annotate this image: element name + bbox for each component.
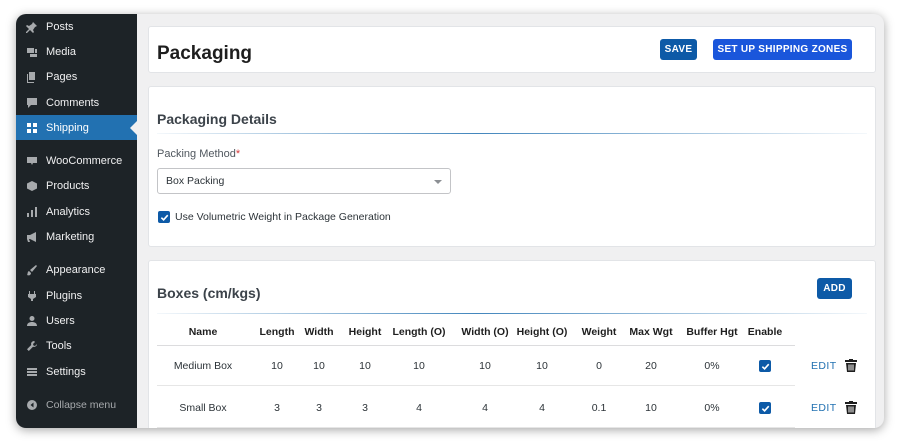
table-row: Medium Box 10 10 10 10 10 10 0 20 0% EDIT [157,346,869,386]
packing-method-value: Box Packing [166,175,225,187]
brush-icon [25,264,38,277]
sidebar-item-label: Collapse menu [46,398,117,411]
sidebar-item-plugins[interactable]: Plugins [16,283,137,308]
add-box-button[interactable]: ADD [817,278,852,299]
volumetric-weight-checkbox[interactable] [158,211,170,223]
row-divider [157,385,795,386]
checkmark-icon [761,363,769,370]
chevron-down-icon [434,180,442,184]
sidebar-item-marketing[interactable]: Marketing [16,224,137,249]
sidebar-item-label: Products [46,180,90,193]
sidebar-item-pages[interactable]: Pages [16,65,137,90]
column-header: Enable [747,326,783,338]
plug-icon [25,289,38,302]
edit-box-link[interactable]: EDIT [811,402,837,414]
enable-checkbox[interactable] [759,402,771,414]
required-mark: * [235,148,241,160]
sidebar-item-label: WooCommerce [46,155,123,168]
table-cell: Medium Box [173,360,233,372]
section-title-packaging-details: Packaging Details [157,111,277,127]
sidebar-item-label: Pages [46,71,78,84]
table-cell: 0% [704,402,720,414]
sidebar-item-shipping[interactable]: Shipping [16,115,137,141]
sidebar-item-posts[interactable]: Posts [16,14,137,39]
sidebar-item-label: Tools [46,340,72,353]
volumetric-weight-label: Use Volumetric Weight in Package Generat… [175,211,391,223]
sidebar-item-label: Posts [46,20,74,33]
sidebar-item-comments[interactable]: Comments [16,90,137,115]
sidebar-item-label: Settings [46,365,86,378]
comments-icon [25,96,38,109]
page-title: Packaging [157,43,253,64]
admin-menu: Posts Media Pages Comments Shipping WooCommer… [16,14,137,417]
pin-icon [25,20,38,33]
section-divider [157,133,867,134]
sidebar-item-products[interactable]: Products [16,174,137,199]
save-button[interactable]: SAVE [660,39,697,60]
sidebar-item-label: Shipping [46,121,89,134]
sidebar-item-label: Appearance [46,264,106,277]
packing-method-label-text: Packing Method [157,148,236,160]
main-content: Packaging SAVE SET UP SHIPPING ZONES Pac… [137,14,884,428]
sidebar-item-appearance[interactable]: Appearance [16,258,137,283]
sidebar-item-label: Analytics [46,205,91,218]
megaphone-icon [25,231,38,244]
trash-icon[interactable] [845,401,857,414]
setup-shipping-zones-button[interactable]: SET UP SHIPPING ZONES [713,39,852,60]
packing-method-select[interactable]: Box Packing [157,168,451,194]
packing-method-label: Packing Method* [157,148,240,160]
menu-separator [16,384,137,392]
checkmark-icon [761,405,769,412]
enable-checkbox[interactable] [759,360,771,372]
boxes-card: Boxes (cm/kgs) ADD Name Length Width Height… [148,260,876,428]
sidebar-item-label: Users [46,314,75,327]
sidebar-item-label: Comments [46,96,100,109]
wrench-icon [25,340,38,353]
volumetric-weight-option: Use Volumetric Weight in Package Generat… [158,211,391,223]
table-cell: 0% [704,360,720,372]
sidebar-item-tools[interactable]: Tools [16,334,137,359]
column-header: Name [188,326,218,338]
media-icon [25,45,38,58]
sidebar-item-analytics[interactable]: Analytics [16,199,137,224]
table-cell: Small Box [179,402,227,414]
page-header-card: Packaging SAVE SET UP SHIPPING ZONES [148,26,876,73]
sidebar-item-woocommerce[interactable]: WooCommerce [16,148,137,173]
sidebar-item-collapse-menu[interactable]: Collapse menu [16,392,137,417]
sidebar-item-media[interactable]: Media [16,39,137,64]
bar-chart-icon [25,205,38,218]
sidebar-item-label: Plugins [46,289,83,302]
section-title-boxes: Boxes (cm/kgs) [157,285,261,301]
woo-icon [25,155,38,168]
packaging-details-card: Packaging Details Packing Method* Box Pa… [148,86,876,247]
section-divider [157,313,867,314]
edit-box-link[interactable]: EDIT [811,360,837,372]
row-divider [157,427,795,428]
sidebar-item-settings[interactable]: Settings [16,359,137,384]
menu-separator [16,250,137,258]
app-window: Posts Media Pages Comments Shipping WooCommer… [16,14,884,428]
sidebar-item-label: Marketing [46,231,95,244]
checkmark-icon [160,214,168,221]
sidebar-item-users[interactable]: Users [16,308,137,333]
menu-separator [16,140,137,148]
sidebar-item-label: Media [46,45,76,58]
pages-icon [25,71,38,84]
table-row: Small Box 3 3 3 4 4 4 0.1 10 0% EDIT [157,388,869,428]
collapse-icon [25,398,38,411]
grid-icon [25,121,38,134]
trash-icon[interactable] [845,359,857,372]
admin-sidebar: Posts Media Pages Comments Shipping WooCommer… [16,14,137,428]
settings-icon [25,365,38,378]
box-icon [25,180,38,193]
user-icon [25,314,38,327]
